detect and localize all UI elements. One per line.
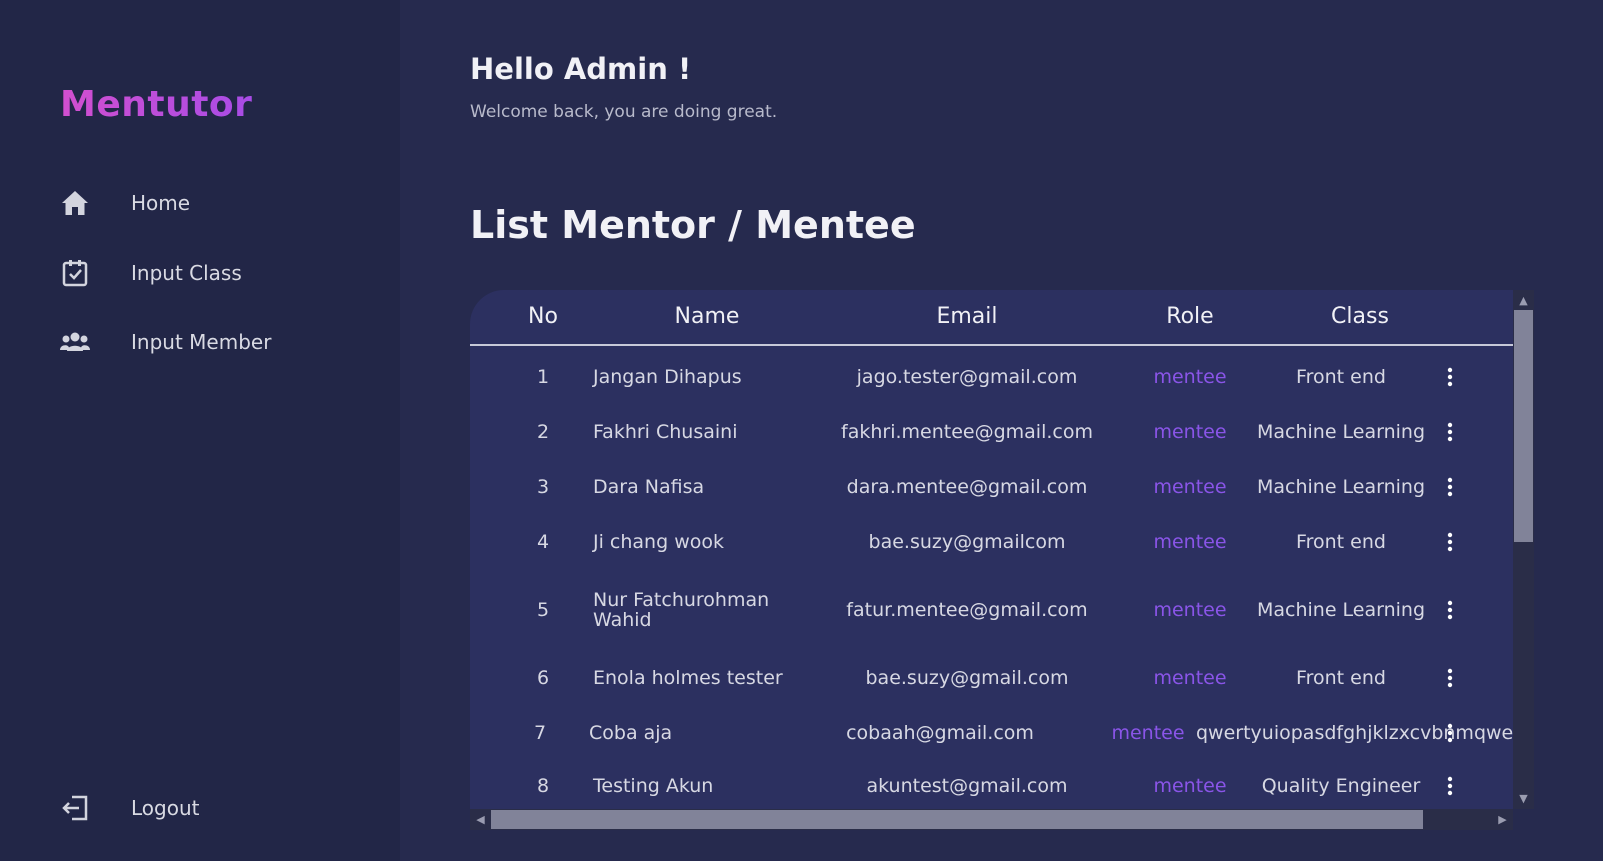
brand-logo[interactable]: Mentutor [60, 84, 252, 125]
cell-name: Enola holmes tester [593, 667, 783, 689]
cell-role: mentee [1153, 421, 1227, 443]
cell-no: 4 [536, 531, 550, 553]
sidebar-item-home[interactable]: Home [60, 183, 360, 223]
table-row[interactable]: 7 Coba aja cobaah@gmail.com mentee qwert… [470, 708, 1513, 758]
cell-class: Front end [1296, 531, 1386, 553]
home-icon [60, 188, 90, 218]
cell-name: Dara Nafisa [593, 476, 705, 498]
sidebar-item-input-class[interactable]: Input Class [60, 253, 360, 293]
sidebar-item-label: Input Class [131, 261, 242, 285]
table-row[interactable]: 5 Nur Fatchurohman Wahid fatur.mentee@gm… [470, 572, 1513, 648]
cell-no: 5 [536, 599, 550, 621]
main-content: Hello Admin ! Welcome back, you are doin… [400, 0, 1603, 861]
table-row[interactable]: 1 Jangan Dihapus jago.tester@gmail.com m… [470, 352, 1513, 402]
column-header-class: Class [1331, 304, 1389, 329]
cell-name: Nur Fatchurohman Wahid [593, 589, 770, 631]
cell-name: Ji chang wook [593, 531, 724, 553]
cell-class: Machine Learning [1256, 599, 1426, 621]
column-header-name: Name [674, 304, 740, 329]
cell-role: mentee [1153, 366, 1227, 388]
horizontal-scroll-thumb[interactable] [491, 810, 1423, 829]
cell-name: Jangan Dihapus [593, 366, 742, 388]
table-row[interactable]: 4 Ji chang wook bae.suzy@gmailcom mentee… [470, 517, 1513, 567]
member-table: No Name Email Role Class 1 Jangan Dihapu… [470, 290, 1513, 809]
cell-no: 7 [533, 722, 547, 744]
cell-class: Machine Learning [1256, 421, 1426, 443]
sidebar-item-logout[interactable]: Logout [60, 788, 360, 828]
cell-no: 8 [536, 775, 550, 797]
cell-class: Front end [1296, 366, 1386, 388]
more-vertical-icon[interactable] [1440, 420, 1460, 444]
sidebar-item-input-member[interactable]: Input Member [60, 322, 360, 362]
logout-icon [60, 793, 90, 823]
cell-email: fatur.mentee@gmail.com [846, 599, 1088, 621]
scroll-up-icon[interactable]: ▲ [1513, 290, 1534, 311]
cell-email: cobaah@gmail.com [846, 722, 1034, 744]
more-vertical-icon[interactable] [1440, 365, 1460, 389]
cell-email: dara.mentee@gmail.com [846, 476, 1088, 498]
cell-name: Testing Akun [593, 775, 714, 797]
column-header-email: Email [936, 304, 998, 329]
cell-email: bae.suzy@gmail.com [865, 667, 1069, 689]
cell-name: Fakhri Chusaini [593, 421, 738, 443]
cell-role: mentee [1153, 599, 1227, 621]
calendar-check-icon [60, 258, 90, 288]
greeting-title: Hello Admin ! [470, 52, 692, 86]
cell-role: mentee [1153, 667, 1227, 689]
cell-class: Quality Engineer [1261, 775, 1421, 797]
sidebar: Mentutor Home Input Class Input Member L… [0, 0, 400, 861]
vertical-scroll-thumb[interactable] [1514, 310, 1533, 542]
sidebar-item-label: Input Member [131, 330, 272, 354]
column-header-role: Role [1166, 304, 1214, 329]
cell-class: Front end [1296, 667, 1386, 689]
sidebar-item-label: Home [131, 191, 191, 215]
vertical-scrollbar[interactable]: ▲ ▼ [1513, 290, 1534, 809]
cell-no: 1 [536, 366, 550, 388]
more-vertical-icon[interactable] [1440, 530, 1460, 554]
cell-role: mentee [1153, 476, 1227, 498]
cell-class: Machine Learning [1256, 476, 1426, 498]
table-row[interactable]: 2 Fakhri Chusaini fakhri.mentee@gmail.co… [470, 407, 1513, 457]
cell-class: qwertyuiopasdfghjklzxcvbnmqwe [1196, 722, 1513, 744]
scroll-right-icon[interactable]: ▶ [1492, 809, 1513, 830]
cell-email: fakhri.mentee@gmail.com [841, 421, 1093, 443]
column-header-no: No [528, 304, 558, 329]
more-vertical-icon[interactable] [1440, 598, 1460, 622]
scroll-left-icon[interactable]: ◀ [470, 809, 491, 830]
more-vertical-icon[interactable] [1440, 666, 1460, 690]
page-title: List Mentor / Mentee [470, 203, 916, 247]
table-header: No Name Email Role Class [470, 290, 1513, 346]
cell-name: Coba aja [589, 722, 673, 744]
cell-no: 3 [536, 476, 550, 498]
cell-no: 2 [536, 421, 550, 443]
cell-email: bae.suzy@gmailcom [868, 531, 1066, 553]
cell-role: mentee [1153, 775, 1227, 797]
table-row[interactable]: 8 Testing Akun akuntest@gmail.com mentee… [470, 763, 1513, 809]
sidebar-item-label: Logout [131, 796, 200, 820]
cell-email: akuntest@gmail.com [866, 775, 1068, 797]
more-vertical-icon[interactable] [1440, 475, 1460, 499]
more-vertical-icon[interactable] [1440, 721, 1460, 745]
users-icon [60, 327, 90, 357]
table-row[interactable]: 6 Enola holmes tester bae.suzy@gmail.com… [470, 653, 1513, 703]
scroll-down-icon[interactable]: ▼ [1513, 788, 1534, 809]
member-table-container: No Name Email Role Class 1 Jangan Dihapu… [470, 290, 1534, 830]
cell-no: 6 [536, 667, 550, 689]
cell-email: jago.tester@gmail.com [856, 366, 1078, 388]
more-vertical-icon[interactable] [1440, 774, 1460, 798]
horizontal-scrollbar[interactable]: ◀ ▶ [470, 809, 1513, 830]
cell-role: mentee [1153, 531, 1227, 553]
greeting-subtitle: Welcome back, you are doing great. [470, 102, 778, 122]
table-row[interactable]: 3 Dara Nafisa dara.mentee@gmail.com ment… [470, 462, 1513, 512]
